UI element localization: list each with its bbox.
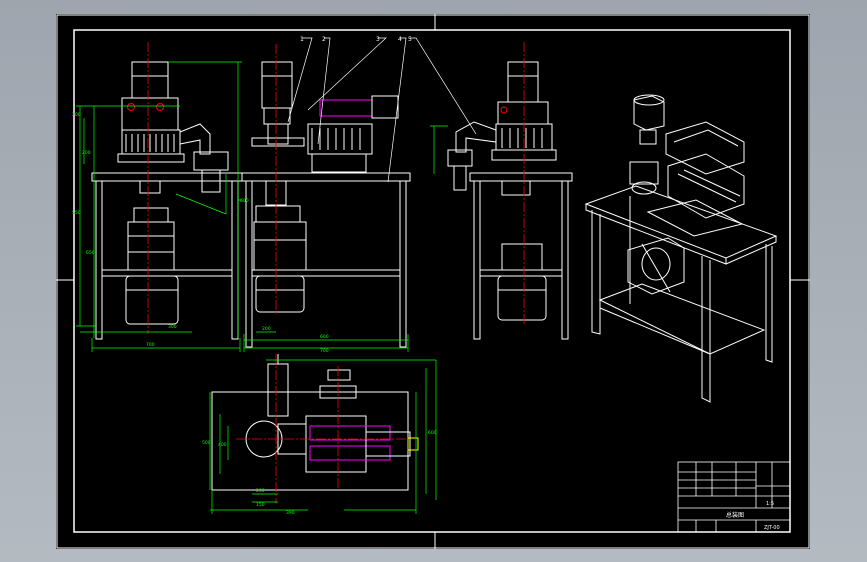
balloon-label: 3 — [376, 36, 380, 43]
cad-drawing-canvas: 1 2 3 4 5 200 550 650 600 700 300 200 20… — [56, 14, 810, 549]
dim-label: 390 — [286, 510, 295, 516]
dim-label: 200 — [256, 488, 265, 494]
isometric-view — [584, 94, 778, 403]
dim-label: 600 — [240, 198, 249, 204]
dim-label: 600 — [428, 430, 437, 436]
drawing-sheet: 1 2 3 4 5 200 550 650 600 700 300 200 20… — [56, 14, 810, 549]
title-block-text: 总装图 1:5 ZJT-00 — [726, 501, 780, 531]
balloon-label: 4 — [398, 36, 402, 43]
inner-frame — [73, 29, 791, 533]
dim-label: 500 — [202, 440, 211, 446]
balloon-label: 1 — [300, 36, 304, 43]
centerlines — [147, 42, 525, 504]
dim-label: 600 — [320, 334, 329, 340]
drawing-name: 总装图 — [726, 511, 744, 519]
dim-label: 200 — [72, 112, 81, 118]
balloon-label: 5 — [408, 36, 412, 43]
part-balloons: 1 2 3 4 5 — [300, 36, 412, 43]
dim-label: 700 — [320, 348, 329, 354]
scale-value: 1:5 — [766, 501, 774, 507]
dim-label: 200 — [262, 326, 271, 332]
front-view — [91, 61, 243, 340]
drawing-number: ZJT-00 — [764, 525, 780, 531]
side-view — [241, 61, 411, 348]
rear-view — [447, 61, 573, 340]
dim-label: 700 — [146, 342, 155, 348]
dim-label: 550 — [72, 210, 81, 216]
dim-label: 400 — [218, 442, 227, 448]
dim-label: 200 — [82, 150, 91, 156]
top-view — [211, 354, 419, 491]
balloon-label: 2 — [322, 36, 326, 43]
dim-label: 650 — [86, 250, 95, 256]
dim-label: 150 — [256, 502, 265, 508]
title-block — [677, 461, 791, 533]
dim-label: 300 — [168, 324, 177, 330]
